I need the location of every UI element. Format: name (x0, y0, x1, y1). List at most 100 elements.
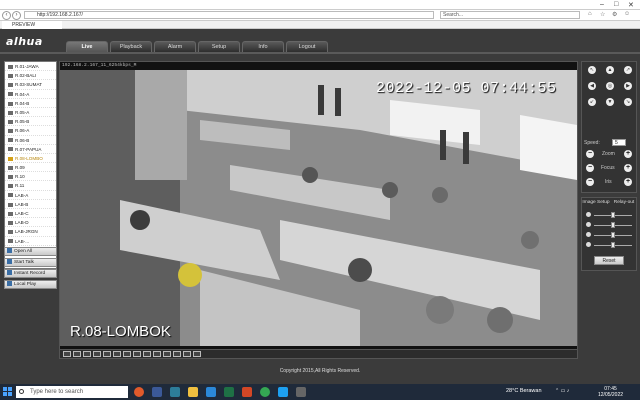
brightness-knob[interactable] (611, 212, 615, 218)
camera-list-item[interactable]: R.11 (5, 181, 56, 191)
focus-in-icon[interactable]: + (624, 164, 632, 172)
tab-setup[interactable]: Setup (198, 41, 240, 52)
tab-image-setup[interactable]: Image Setup (582, 198, 610, 207)
camera-list-item[interactable]: R.07-PAPUA (5, 145, 56, 154)
stream-main-icon[interactable] (173, 351, 181, 357)
zoom-icon[interactable] (153, 351, 161, 357)
camera-list-item[interactable]: R.04-A (5, 90, 56, 99)
camera-list-item[interactable]: R.05-B (5, 117, 56, 127)
brightness-slider[interactable] (586, 212, 634, 219)
layout-9-icon[interactable] (93, 351, 101, 357)
address-input[interactable]: http://192.168.2.167/ (24, 11, 434, 19)
pan-up-left-icon[interactable]: ↖ (588, 66, 596, 74)
layout-4-icon[interactable] (73, 351, 81, 357)
settings-icon[interactable] (193, 351, 201, 357)
pan-down-icon[interactable]: ▼ (606, 98, 614, 106)
hue-slider[interactable] (586, 232, 634, 239)
layout-16-icon[interactable] (103, 351, 111, 357)
zoom-in-icon[interactable]: + (624, 150, 632, 158)
fullscreen-icon[interactable] (113, 351, 121, 357)
task-view-icon[interactable] (152, 387, 162, 397)
minimize-icon[interactable]: – (600, 1, 604, 8)
zoom-out-icon[interactable]: − (586, 150, 594, 158)
tab-logout[interactable]: Logout (286, 41, 328, 52)
camera-list-item[interactable]: LAB-JRGN (5, 227, 56, 237)
camera-list-item[interactable]: R.05-A (5, 108, 56, 118)
home-icon[interactable]: ⌂ (588, 11, 592, 17)
edge-icon[interactable] (170, 387, 180, 397)
reset-button[interactable]: Reset (594, 256, 624, 265)
contrast-knob[interactable] (611, 222, 615, 228)
tab-relay-out[interactable]: Relay-out (610, 198, 638, 207)
pan-left-icon[interactable]: ◀ (588, 82, 596, 90)
excel-icon[interactable] (224, 387, 234, 397)
tab-info[interactable]: Info (242, 41, 284, 52)
camera-list-item[interactable]: LAB-C (5, 209, 56, 219)
smiley-icon[interactable]: ☺ (624, 11, 630, 17)
camera-list-item[interactable]: R.09 (5, 163, 56, 173)
ie-icon[interactable] (278, 387, 288, 397)
camera-icon (8, 92, 13, 97)
camera-list-item[interactable]: LAB-... (5, 237, 56, 246)
audio-icon[interactable] (143, 351, 151, 357)
system-tray[interactable]: ⌃ ▭ ♪ (555, 388, 569, 394)
stream-sub-icon[interactable] (183, 351, 191, 357)
iris-open-icon[interactable]: + (624, 178, 632, 186)
powerpoint-icon[interactable] (242, 387, 252, 397)
pan-down-right-icon[interactable]: ↘ (624, 98, 632, 106)
tab-playback[interactable]: Playback (110, 41, 152, 52)
close-all-icon[interactable] (163, 351, 171, 357)
saturation-knob[interactable] (611, 242, 615, 248)
camera-list-item[interactable]: LAB-D (5, 218, 56, 228)
camera-list-item[interactable]: R.03-SUMAT (5, 80, 56, 90)
tab-alarm[interactable]: Alarm (154, 41, 196, 52)
hue-knob[interactable] (611, 232, 615, 238)
open-all-button[interactable]: Open All (4, 247, 57, 256)
favorites-icon[interactable]: ☆ (600, 11, 605, 18)
taskbar-search-input[interactable]: Type here to search (16, 386, 128, 398)
camera-list-item[interactable]: R.10 (5, 172, 56, 182)
tab-live[interactable]: Live (66, 41, 108, 52)
store-icon[interactable] (206, 387, 216, 397)
back-icon[interactable]: ‹ (2, 11, 11, 20)
pan-down-left-icon[interactable]: ↙ (588, 98, 596, 106)
windows-start-icon[interactable] (3, 387, 13, 397)
camera-video-feed[interactable]: 2022-12-05 07:44:55 R.08-LOMBOK (60, 70, 577, 346)
maximize-icon[interactable]: □ (614, 1, 618, 8)
local-play-button[interactable]: Local Play (4, 280, 57, 289)
camera-list-item[interactable]: R.01-JAWA (5, 62, 56, 72)
browser-tab[interactable]: PREVIEW (2, 21, 62, 29)
camera-list-item[interactable]: LAB-B (5, 200, 56, 209)
pan-up-icon[interactable]: ▲ (606, 66, 614, 74)
pan-right-icon[interactable]: ▶ (624, 82, 632, 90)
iris-close-icon[interactable]: − (586, 178, 594, 186)
pan-up-right-icon[interactable]: ↗ (624, 66, 632, 74)
speed-select[interactable]: 5 (612, 139, 626, 146)
app-icon-2[interactable] (296, 387, 306, 397)
camera-list-item[interactable]: LAB-A (5, 191, 56, 200)
camera-list-item[interactable]: R.04-B (5, 99, 56, 108)
gear-icon[interactable]: ⚙ (612, 11, 617, 18)
start-talk-button[interactable]: Start Talk (4, 258, 57, 267)
file-explorer-icon[interactable] (188, 387, 198, 397)
layout-8-icon[interactable] (83, 351, 91, 357)
forward-icon[interactable]: › (12, 11, 21, 20)
camera-list-item[interactable]: R.08-LOMBO (5, 154, 56, 164)
snapshot-icon[interactable] (123, 351, 131, 357)
instant-record-button[interactable]: Instant Record (4, 269, 57, 278)
close-icon[interactable]: ✕ (628, 1, 634, 9)
camera-list-item[interactable]: R.06-A (5, 126, 56, 136)
browser-search-input[interactable]: Search... (440, 11, 580, 19)
weather-widget[interactable]: 28°C Berawan (506, 388, 542, 394)
chrome-icon[interactable] (260, 387, 270, 397)
contrast-slider[interactable] (586, 222, 634, 229)
camera-list-item[interactable]: R.06-B (5, 136, 56, 145)
saturation-slider[interactable] (586, 242, 634, 249)
record-icon[interactable] (133, 351, 141, 357)
camera-list-item[interactable]: R.02-BALI (5, 71, 56, 81)
focus-out-icon[interactable]: − (586, 164, 594, 172)
clock[interactable]: 07:45 12/05/2022 (598, 386, 623, 398)
layout-1-icon[interactable] (63, 351, 71, 357)
ptz-center-icon[interactable]: ◎ (606, 82, 614, 90)
app-icon-1[interactable] (134, 387, 144, 397)
